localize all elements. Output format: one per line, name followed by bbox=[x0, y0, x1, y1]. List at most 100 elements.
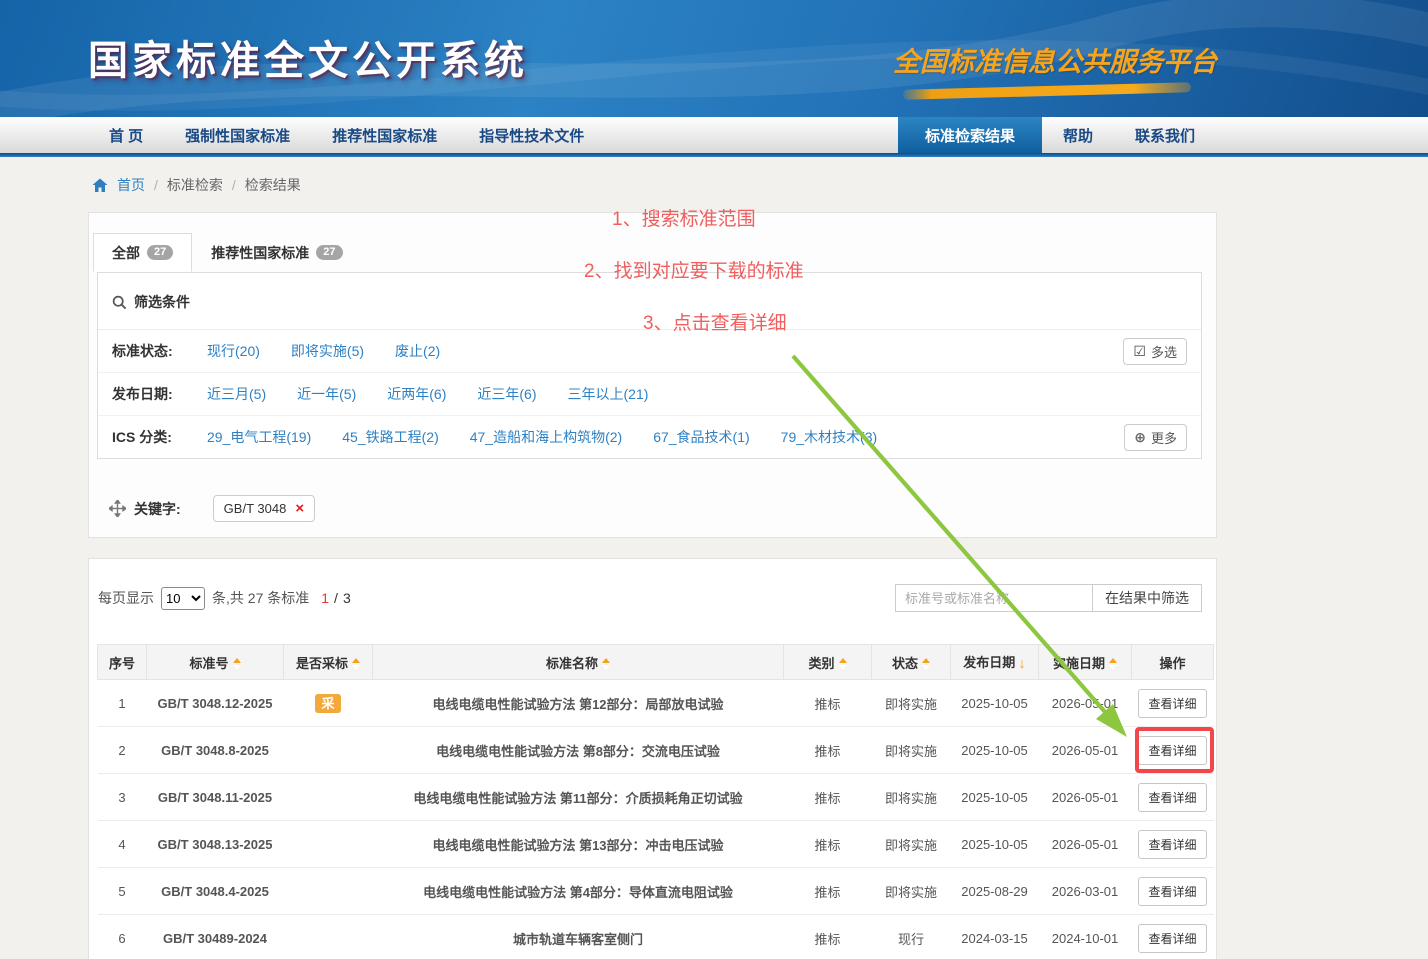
standard-name: 城市轨道车辆客室侧门 bbox=[373, 915, 784, 959]
filter-card: 筛选条件 标准状态:现行(20)即将实施(5)废止(2)多选发布日期:近三月(5… bbox=[97, 272, 1202, 459]
breadcrumb-home-link[interactable]: 首页 bbox=[117, 175, 145, 195]
status: 即将实施 bbox=[872, 774, 951, 821]
column-header-label: 状态 bbox=[892, 656, 918, 671]
view-detail-button[interactable]: 查看详细 bbox=[1138, 689, 1206, 718]
column-header[interactable]: 标准号 bbox=[147, 645, 284, 680]
nav-item[interactable]: 帮助 bbox=[1042, 117, 1114, 153]
operation-cell: 查看详细 bbox=[1132, 727, 1214, 774]
view-detail-button[interactable]: 查看详细 bbox=[1138, 830, 1206, 859]
nav-left-group: 首 页强制性国家标准推荐性国家标准指导性技术文件 bbox=[88, 117, 605, 153]
sort-desc-triangle bbox=[602, 665, 610, 670]
tab-count-badge: 27 bbox=[316, 245, 342, 260]
more-button[interactable]: 更多 bbox=[1124, 424, 1187, 451]
filter-link[interactable]: 近两年(6) bbox=[387, 384, 446, 404]
standard-code-link[interactable]: GB/T 3048.13-2025 bbox=[147, 821, 284, 868]
page: 国家标准全文公开系统 全国标准信息公共服务平台 首 页强制性国家标准推荐性国家标… bbox=[0, 0, 1428, 959]
adopted-cell: 采 bbox=[284, 680, 373, 727]
column-header[interactable]: 是否采标 bbox=[284, 645, 373, 680]
view-detail-button[interactable]: 查看详细 bbox=[1138, 924, 1206, 953]
standard-code-link[interactable]: GB/T 30489-2024 bbox=[147, 915, 284, 959]
standard-code-link[interactable]: GB/T 3048.8-2025 bbox=[147, 727, 284, 774]
implement-date: 2026-05-01 bbox=[1039, 680, 1132, 727]
annotation-step-3: 3、点击查看详细 bbox=[643, 308, 787, 335]
adopted-cell bbox=[284, 868, 373, 915]
remove-keyword-icon[interactable]: × bbox=[295, 501, 304, 516]
filter-link[interactable]: 废止(2) bbox=[395, 341, 440, 361]
adopted-cell bbox=[284, 774, 373, 821]
nav-item[interactable]: 指导性技术文件 bbox=[458, 117, 605, 153]
sort-asc-triangle bbox=[1109, 658, 1117, 663]
status: 即将实施 bbox=[872, 868, 951, 915]
publish-date: 2025-10-05 bbox=[951, 727, 1039, 774]
nav-item[interactable]: 标准检索结果 bbox=[898, 117, 1042, 153]
category: 推标 bbox=[784, 774, 872, 821]
category: 推标 bbox=[784, 821, 872, 868]
multi-select-button[interactable]: 多选 bbox=[1123, 338, 1187, 365]
filter-link[interactable]: 79_木材技术(3) bbox=[781, 427, 877, 447]
result-filter-input[interactable] bbox=[895, 584, 1093, 612]
per-page-select[interactable]: 10 bbox=[161, 587, 205, 610]
sort-desc-triangle bbox=[1109, 665, 1117, 670]
table-row: 4GB/T 3048.13-2025电线电缆电性能试验方法 第13部分：冲击电压… bbox=[98, 821, 1214, 868]
filter-link[interactable]: 三年以上(21) bbox=[568, 384, 649, 404]
publish-date: 2025-10-05 bbox=[951, 774, 1039, 821]
tab-label: 全部 bbox=[112, 243, 140, 263]
nav-item[interactable]: 联系我们 bbox=[1114, 117, 1216, 153]
column-header[interactable]: 类别 bbox=[784, 645, 872, 680]
filter-link[interactable]: 现行(20) bbox=[207, 341, 260, 361]
filter-groups: 标准状态:现行(20)即将实施(5)废止(2)多选发布日期:近三月(5)近一年(… bbox=[98, 330, 1201, 458]
operation-cell: 查看详细 bbox=[1132, 868, 1214, 915]
page-separator: / bbox=[334, 590, 338, 606]
view-detail-button[interactable]: 查看详细 bbox=[1138, 783, 1206, 812]
filter-link[interactable]: 45_铁路工程(2) bbox=[342, 427, 438, 447]
result-filter-button[interactable]: 在结果中筛选 bbox=[1092, 584, 1202, 612]
result-filter: 在结果中筛选 bbox=[895, 584, 1202, 612]
sort-icon bbox=[1109, 658, 1117, 670]
sort-icon bbox=[352, 658, 360, 670]
row-index: 6 bbox=[98, 915, 147, 959]
nav-item[interactable]: 强制性国家标准 bbox=[164, 117, 311, 153]
filter-link[interactable]: 近三年(6) bbox=[477, 384, 536, 404]
filter-group: 发布日期:近三月(5)近一年(5)近两年(6)近三年(6)三年以上(21) bbox=[98, 373, 1201, 416]
filter-action-label: 更多 bbox=[1151, 428, 1177, 447]
view-detail-button[interactable]: 查看详细 bbox=[1138, 736, 1206, 765]
standard-code-link[interactable]: GB/T 3048.12-2025 bbox=[147, 680, 284, 727]
filter-link[interactable]: 47_造船和海上构筑物(2) bbox=[470, 427, 622, 447]
column-header[interactable]: 实施日期 bbox=[1039, 645, 1132, 680]
column-header[interactable]: 标准名称 bbox=[373, 645, 784, 680]
filter-link[interactable]: 即将实施(5) bbox=[291, 341, 364, 361]
filter-magnifier-icon bbox=[112, 295, 127, 310]
results-panel: 每页显示 10 条,共 27 条标准 1 / 3 在结果中筛选 序号标准号是否采… bbox=[88, 558, 1217, 959]
sort-desc-triangle bbox=[922, 665, 930, 670]
column-header-label: 实施日期 bbox=[1053, 656, 1105, 671]
nav-divider bbox=[0, 153, 1428, 157]
tab[interactable]: 推荐性国家标准 27 bbox=[192, 233, 361, 272]
implement-date: 2026-05-01 bbox=[1039, 821, 1132, 868]
filter-link[interactable]: 29_电气工程(19) bbox=[207, 427, 311, 447]
standard-name: 电线电缆电性能试验方法 第4部分：导体直流电阻试验 bbox=[373, 868, 784, 915]
publish-date: 2025-10-05 bbox=[951, 821, 1039, 868]
column-header-label: 是否采标 bbox=[296, 656, 348, 671]
standard-code-link[interactable]: GB/T 3048.11-2025 bbox=[147, 774, 284, 821]
column-header[interactable]: 状态 bbox=[872, 645, 951, 680]
sort-desc-triangle bbox=[839, 665, 847, 670]
site-title: 国家标准全文公开系统 bbox=[88, 28, 528, 86]
status: 即将实施 bbox=[872, 727, 951, 774]
keyword-tag-text: GB/T 3048 bbox=[224, 501, 287, 516]
status: 即将实施 bbox=[872, 821, 951, 868]
column-header[interactable]: 发布日期↓ bbox=[951, 645, 1039, 680]
filter-link[interactable]: 67_食品技术(1) bbox=[653, 427, 749, 447]
view-detail-button[interactable]: 查看详细 bbox=[1138, 877, 1206, 906]
publish-date: 2025-10-05 bbox=[951, 680, 1039, 727]
table-body: 1GB/T 3048.12-2025采电线电缆电性能试验方法 第12部分：局部放… bbox=[98, 680, 1214, 959]
tab-label: 推荐性国家标准 bbox=[211, 243, 309, 263]
operation-cell: 查看详细 bbox=[1132, 821, 1214, 868]
filter-title: 筛选条件 bbox=[134, 292, 190, 312]
breadcrumb-item-search[interactable]: 标准检索 bbox=[167, 175, 223, 195]
nav-item[interactable]: 推荐性国家标准 bbox=[311, 117, 458, 153]
tab[interactable]: 全部27 bbox=[93, 233, 192, 272]
nav-item[interactable]: 首 页 bbox=[88, 117, 164, 153]
standard-code-link[interactable]: GB/T 3048.4-2025 bbox=[147, 868, 284, 915]
filter-link[interactable]: 近一年(5) bbox=[297, 384, 356, 404]
filter-link[interactable]: 近三月(5) bbox=[207, 384, 266, 404]
